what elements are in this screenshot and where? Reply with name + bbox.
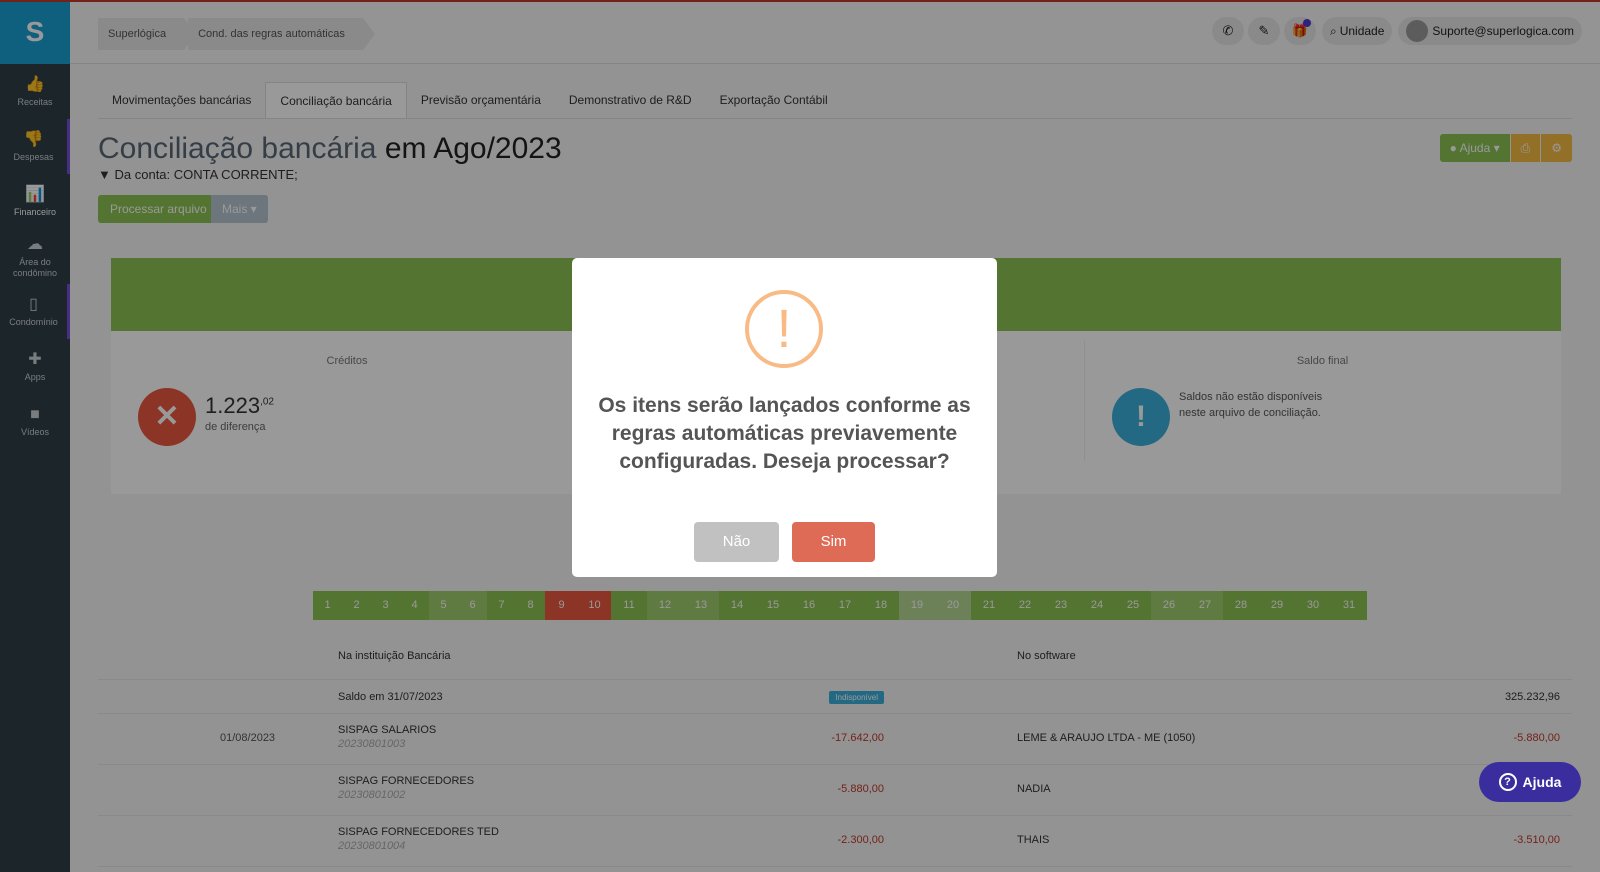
confirm-message: Os itens serão lançados conforme as regr… [598, 394, 971, 473]
cancel-button[interactable]: Não [694, 522, 779, 562]
confirm-button[interactable]: Sim [792, 522, 875, 562]
exclamation-icon: ! [745, 290, 823, 368]
floating-help-button[interactable]: ? Ajuda [1479, 762, 1581, 802]
floating-help-label: Ajuda [1522, 774, 1562, 790]
confirm-dialog: ! Os itens serão lançados conforme as re… [572, 258, 997, 577]
question-icon: ? [1498, 773, 1517, 791]
